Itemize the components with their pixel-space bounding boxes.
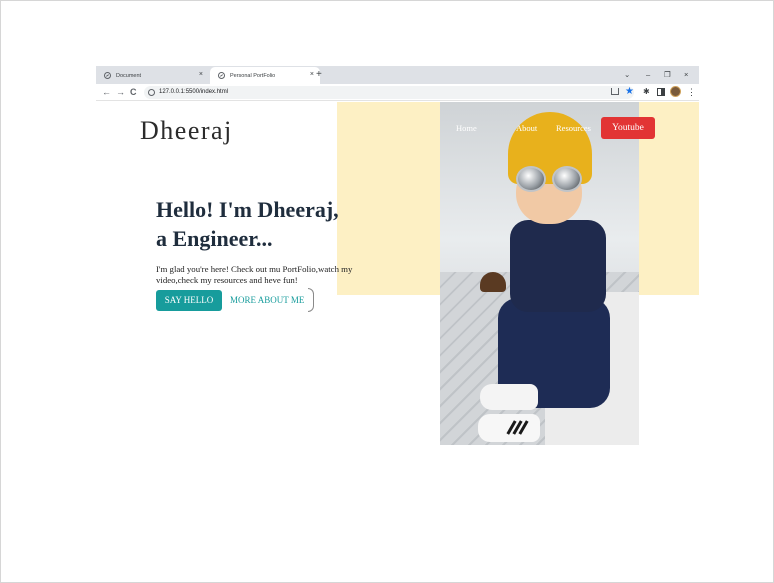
profile-avatar[interactable]: [670, 86, 681, 97]
hero-description: I'm glad you're here! Check out mu PortF…: [156, 264, 353, 285]
photo-lens: [516, 166, 546, 192]
photo-sneaker: [480, 384, 538, 410]
page-viewport: Dheeraj Home About Resources Youtube Hel…: [96, 102, 699, 446]
bracket-decoration: [308, 288, 314, 312]
close-tab-icon[interactable]: ×: [310, 71, 314, 78]
nav-about[interactable]: About: [516, 123, 537, 134]
reload-icon[interactable]: C: [130, 86, 137, 98]
tab-strip: Document × Personal PortFolio × + ⌄ – ❐ …: [96, 66, 699, 84]
tab-search-chevron-icon[interactable]: ⌄: [624, 68, 630, 82]
back-arrow-icon[interactable]: ←: [102, 86, 111, 98]
hair-shape: [480, 272, 506, 292]
globe-icon: [104, 72, 111, 79]
hero-title: Hello! I'm Dheeraj, a Engineer...: [156, 195, 376, 253]
menu-icon[interactable]: ⋮: [687, 85, 696, 99]
close-window-button[interactable]: ×: [684, 68, 688, 82]
hero-title-line1: Hello! I'm Dheeraj,: [156, 197, 339, 222]
star-icon[interactable]: ★: [625, 84, 634, 99]
tab-title: Personal PortFolio: [230, 72, 276, 79]
photo-lens: [552, 166, 582, 192]
nav-home[interactable]: Home: [456, 123, 477, 134]
photo-sunglasses: [514, 166, 584, 192]
address-bar: ← → C 127.0.0.1:5500/index.html ★ ✱ ⋮: [96, 84, 699, 101]
close-tab-icon[interactable]: ×: [199, 71, 203, 78]
tab-personal-portfolio[interactable]: Personal PortFolio ×: [210, 67, 320, 84]
tab-document[interactable]: Document ×: [96, 67, 209, 84]
photo-shirt: [510, 220, 606, 312]
site-logo[interactable]: Dheeraj: [140, 116, 233, 146]
hero-photo: [440, 102, 639, 445]
restore-button[interactable]: ❐: [664, 68, 671, 82]
extensions-icon[interactable]: ✱: [643, 85, 650, 99]
url-text[interactable]: 127.0.0.1:5500/index.html: [159, 88, 228, 97]
minimize-button[interactable]: –: [646, 68, 650, 82]
share-icon[interactable]: [611, 88, 619, 95]
forward-arrow-icon[interactable]: →: [116, 86, 125, 98]
say-hello-button[interactable]: SAY HELLO: [156, 290, 222, 311]
hero-title-line2: a Engineer...: [156, 226, 273, 251]
new-tab-button[interactable]: +: [316, 68, 322, 82]
omnibox[interactable]: 127.0.0.1:5500/index.html: [144, 86, 634, 99]
more-about-me-button[interactable]: MORE ABOUT ME: [230, 290, 304, 311]
tab-title: Document: [116, 72, 142, 79]
site-info-icon[interactable]: [148, 89, 155, 96]
youtube-button[interactable]: Youtube: [601, 117, 655, 139]
browser-window: Document × Personal PortFolio × + ⌄ – ❐ …: [96, 66, 699, 446]
globe-icon: [218, 72, 225, 79]
nav-resources[interactable]: Resources: [556, 123, 591, 134]
side-panel-icon[interactable]: [657, 88, 665, 96]
